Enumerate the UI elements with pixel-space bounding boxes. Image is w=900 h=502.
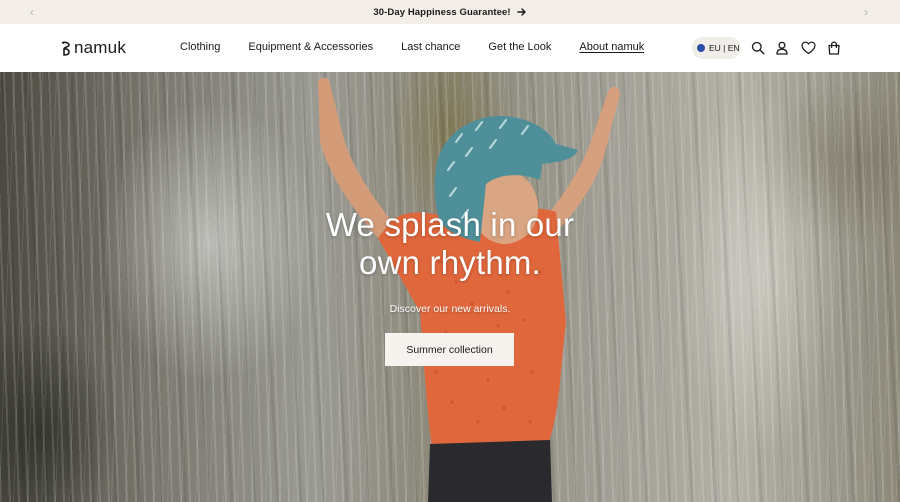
announcement-next-button[interactable]: ›: [858, 4, 874, 20]
hero-banner[interactable]: We splash in our own rhythm. Discover ou…: [0, 72, 900, 502]
namuk-logo-icon: [62, 41, 70, 56]
arrow-right-icon[interactable]: [516, 7, 527, 17]
summer-collection-button[interactable]: Summer collection: [385, 333, 514, 366]
site-header: namuk Clothing Equipment & Accessories L…: [0, 24, 900, 72]
locale-label: EU | EN: [709, 43, 740, 53]
logo-wordmark: namuk: [74, 38, 127, 57]
nav-last-chance[interactable]: Last chance: [401, 41, 460, 53]
logo[interactable]: namuk: [61, 38, 126, 58]
heart-icon[interactable]: [800, 40, 816, 56]
account-icon[interactable]: [774, 40, 790, 56]
hero-subtitle: Discover our new arrivals.: [389, 303, 511, 315]
announcement-prev-button[interactable]: ‹: [24, 4, 40, 20]
shopping-bag-icon[interactable]: [826, 40, 842, 56]
locale-switcher[interactable]: EU | EN: [692, 37, 741, 59]
nav-equipment-accessories[interactable]: Equipment & Accessories: [248, 41, 373, 53]
globe-dot-icon: [697, 44, 705, 52]
main-nav: Clothing Equipment & Accessories Last ch…: [180, 41, 672, 53]
hero-title: We splash in our own rhythm.: [325, 206, 575, 281]
hero-copy: We splash in our own rhythm. Discover ou…: [0, 206, 900, 315]
nav-get-the-look[interactable]: Get the Look: [488, 41, 551, 53]
nav-about-namuk[interactable]: About namuk: [579, 41, 644, 53]
search-icon[interactable]: [750, 40, 766, 56]
nav-clothing[interactable]: Clothing: [180, 41, 220, 53]
announcement-bar: ‹ 30-Day Happiness Guarantee! ›: [0, 0, 900, 24]
announcement-text[interactable]: 30-Day Happiness Guarantee!: [373, 7, 510, 18]
